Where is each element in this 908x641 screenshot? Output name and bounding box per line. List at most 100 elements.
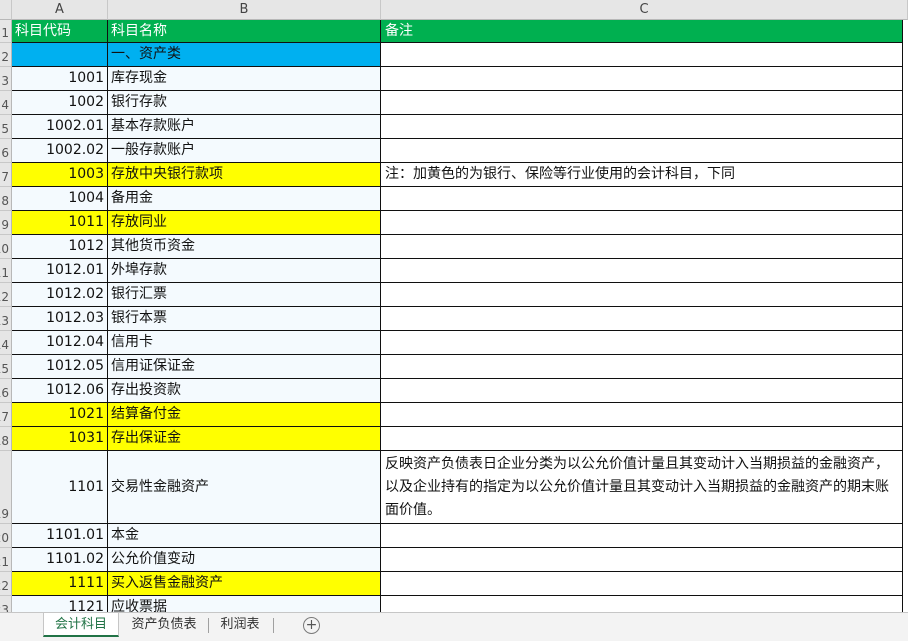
account-code-cell[interactable]: 1002.02: [12, 139, 108, 163]
column-header-b[interactable]: B: [108, 0, 381, 20]
account-code-cell[interactable]: [12, 43, 108, 67]
row-header[interactable]: 7: [0, 163, 12, 187]
account-code-cell[interactable]: 1012.01: [12, 259, 108, 283]
column-header-c[interactable]: C: [381, 0, 908, 20]
account-code-cell[interactable]: 1012: [12, 235, 108, 259]
row-header[interactable]: 21: [0, 548, 12, 572]
row-header[interactable]: 4: [0, 91, 12, 115]
account-name-cell[interactable]: 交易性金融资产: [108, 451, 381, 524]
row-header[interactable]: 10: [0, 235, 12, 259]
note-cell[interactable]: [381, 139, 903, 163]
account-code-cell[interactable]: 1021: [12, 403, 108, 427]
row-header[interactable]: 9: [0, 211, 12, 235]
account-name-cell[interactable]: 本金: [108, 524, 381, 548]
account-name-cell[interactable]: 备用金: [108, 187, 381, 211]
account-code-cell[interactable]: 1001: [12, 67, 108, 91]
note-cell[interactable]: [381, 403, 903, 427]
account-name-cell[interactable]: 存放同业: [108, 211, 381, 235]
note-cell[interactable]: [381, 211, 903, 235]
row-header[interactable]: 14: [0, 331, 12, 355]
row-header[interactable]: 3: [0, 67, 12, 91]
account-code-cell[interactable]: 1012.06: [12, 379, 108, 403]
plus-circle-icon[interactable]: +: [303, 617, 320, 634]
account-code-cell[interactable]: 1121: [12, 596, 108, 612]
note-cell[interactable]: [381, 548, 903, 572]
note-cell[interactable]: [381, 524, 903, 548]
note-cell[interactable]: [381, 572, 903, 596]
spreadsheet-grid[interactable]: A B C 1 科目代码 科目名称 备注 2 一、资产类 3 1001 库存现金 4 100…: [0, 0, 908, 612]
row-header[interactable]: 19: [0, 451, 12, 524]
note-cell[interactable]: [381, 331, 903, 355]
note-cell[interactable]: 反映资产负债表日企业分类为以公允价值计量且其变动计入当期损益的金融资产，以及企业…: [381, 451, 903, 524]
row-header[interactable]: 8: [0, 187, 12, 211]
account-name-cell[interactable]: 公允价值变动: [108, 548, 381, 572]
sheet-tab-accounts[interactable]: 会计科目: [43, 613, 119, 637]
account-code-cell[interactable]: 1101.01: [12, 524, 108, 548]
account-name-cell[interactable]: 应收票据: [108, 596, 381, 612]
account-name-cell[interactable]: 库存现金: [108, 67, 381, 91]
account-name-cell[interactable]: 存出投资款: [108, 379, 381, 403]
row-header[interactable]: 5: [0, 115, 12, 139]
note-cell[interactable]: [381, 67, 903, 91]
account-name-cell[interactable]: 一、资产类: [108, 43, 381, 67]
header-code-cell[interactable]: 科目代码: [12, 20, 108, 43]
account-name-cell[interactable]: 买入返售金融资产: [108, 572, 381, 596]
row-header[interactable]: 17: [0, 403, 12, 427]
row-header[interactable]: 11: [0, 259, 12, 283]
note-cell[interactable]: [381, 283, 903, 307]
account-name-cell[interactable]: 银行存款: [108, 91, 381, 115]
row-header[interactable]: 13: [0, 307, 12, 331]
note-cell[interactable]: [381, 596, 903, 612]
row-header[interactable]: 15: [0, 355, 12, 379]
row-header[interactable]: 23: [0, 596, 12, 612]
account-name-cell[interactable]: 银行汇票: [108, 283, 381, 307]
note-cell[interactable]: [381, 187, 903, 211]
account-name-cell[interactable]: 其他货币资金: [108, 235, 381, 259]
account-name-cell[interactable]: 信用证保证金: [108, 355, 381, 379]
row-header[interactable]: 1: [0, 20, 12, 43]
note-cell[interactable]: [381, 115, 903, 139]
account-code-cell[interactable]: 1012.03: [12, 307, 108, 331]
note-cell[interactable]: [381, 355, 903, 379]
account-name-cell[interactable]: 一般存款账户: [108, 139, 381, 163]
note-cell[interactable]: 注：加黄色的为银行、保险等行业使用的会计科目，下同: [381, 163, 903, 187]
account-name-cell[interactable]: 结算备付金: [108, 403, 381, 427]
sheet-tab-balance-sheet[interactable]: 资产负债表: [124, 613, 204, 637]
select-all-corner[interactable]: [0, 0, 12, 20]
account-code-cell[interactable]: 1003: [12, 163, 108, 187]
row-header[interactable]: 18: [0, 427, 12, 451]
note-cell[interactable]: [381, 91, 903, 115]
row-header[interactable]: 2: [0, 43, 12, 67]
note-cell[interactable]: [381, 43, 903, 67]
note-cell[interactable]: [381, 379, 903, 403]
row-header[interactable]: 16: [0, 379, 12, 403]
account-code-cell[interactable]: 1101: [12, 451, 108, 524]
account-name-cell[interactable]: 存出保证金: [108, 427, 381, 451]
note-cell[interactable]: [381, 259, 903, 283]
note-cell[interactable]: [381, 427, 903, 451]
account-code-cell[interactable]: 1012.02: [12, 283, 108, 307]
account-code-cell[interactable]: 1011: [12, 211, 108, 235]
account-code-cell[interactable]: 1031: [12, 427, 108, 451]
row-header[interactable]: 20: [0, 524, 12, 548]
account-name-cell[interactable]: 银行本票: [108, 307, 381, 331]
row-header[interactable]: 22: [0, 572, 12, 596]
account-name-cell[interactable]: 基本存款账户: [108, 115, 381, 139]
account-code-cell[interactable]: 1111: [12, 572, 108, 596]
account-name-cell[interactable]: 外埠存款: [108, 259, 381, 283]
account-code-cell[interactable]: 1002: [12, 91, 108, 115]
account-code-cell[interactable]: 1002.01: [12, 115, 108, 139]
header-note-cell[interactable]: 备注: [381, 20, 903, 43]
account-code-cell[interactable]: 1012.05: [12, 355, 108, 379]
note-cell[interactable]: [381, 235, 903, 259]
account-code-cell[interactable]: 1101.02: [12, 548, 108, 572]
header-name-cell[interactable]: 科目名称: [108, 20, 381, 43]
sheet-tab-income-statement[interactable]: 利润表: [213, 613, 267, 637]
column-header-a[interactable]: A: [12, 0, 108, 20]
account-code-cell[interactable]: 1004: [12, 187, 108, 211]
account-name-cell[interactable]: 信用卡: [108, 331, 381, 355]
row-header[interactable]: 12: [0, 283, 12, 307]
account-code-cell[interactable]: 1012.04: [12, 331, 108, 355]
account-name-cell[interactable]: 存放中央银行款项: [108, 163, 381, 187]
note-cell[interactable]: [381, 307, 903, 331]
